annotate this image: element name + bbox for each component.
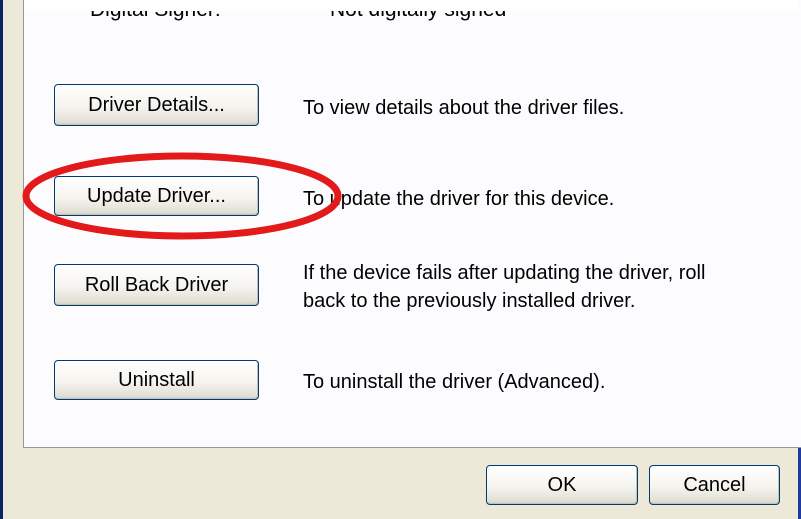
update-driver-button[interactable]: Update Driver... [54, 176, 259, 216]
driver-properties-window: Digital Signer: Not digitally signed Dri… [0, 0, 801, 519]
uninstall-description: To uninstall the driver (Advanced). [303, 371, 606, 393]
roll-back-description-line-1: If the device fails after updating the d… [303, 262, 706, 284]
driver-details-button-label: Driver Details... [88, 94, 225, 116]
window-left-border [0, 0, 3, 519]
uninstall-button-label: Uninstall [118, 369, 195, 391]
roll-back-driver-button-label: Roll Back Driver [84, 274, 229, 296]
ok-button[interactable]: OK [486, 465, 638, 505]
ok-button-label: OK [547, 474, 577, 496]
roll-back-driver-button[interactable]: Roll Back Driver [54, 264, 259, 306]
driver-details-description: To view details about the driver files. [303, 97, 625, 119]
driver-details-button[interactable]: Driver Details... [54, 84, 259, 126]
update-driver-description: To update the driver for this device. [303, 188, 615, 210]
cancel-button[interactable]: Cancel [649, 465, 780, 505]
uninstall-button[interactable]: Uninstall [54, 360, 259, 400]
update-driver-button-label: Update Driver... [87, 185, 226, 207]
cancel-button-label: Cancel [683, 474, 746, 496]
roll-back-description-line-2: back to the previously installed driver. [303, 290, 636, 312]
top-crop-mask [24, 0, 798, 11]
